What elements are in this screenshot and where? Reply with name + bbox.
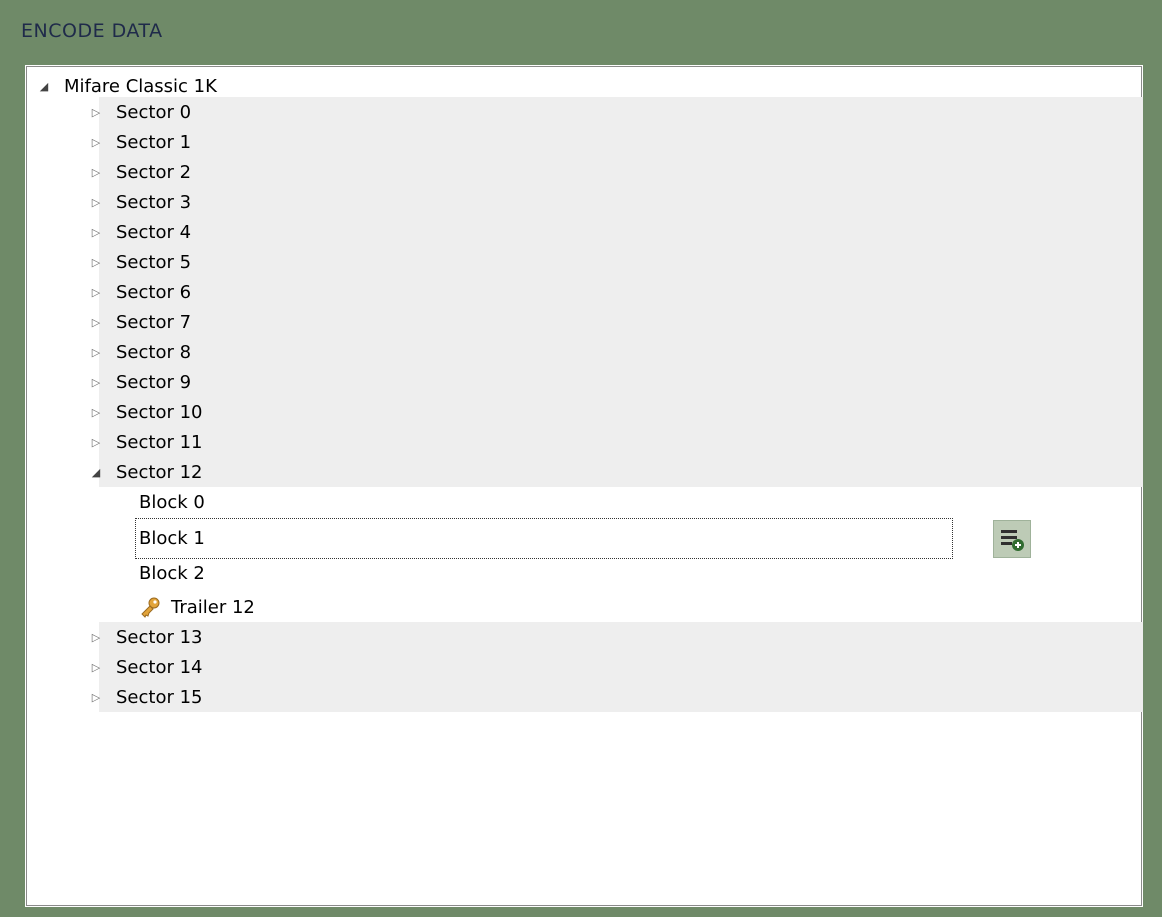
sector-label: Sector 13 — [116, 626, 203, 648]
sector-label: Sector 3 — [116, 191, 192, 213]
sector-label: Sector 12 — [116, 461, 203, 483]
block-2[interactable]: Block 2 — [139, 563, 205, 584]
tree-sector[interactable]: ▷ Sector 14 — [92, 652, 1143, 682]
tree-sector[interactable]: ▷ Sector 1 — [92, 127, 1143, 157]
sector-label: Sector 11 — [116, 431, 203, 453]
tree-sector[interactable]: ▷ Sector 7 — [92, 307, 1143, 337]
collapsed-triangle-icon[interactable]: ▷ — [89, 690, 103, 704]
tree-root-label: Mifare Classic 1K — [64, 75, 217, 97]
tree-sector[interactable]: ▷ Sector 8 — [92, 337, 1143, 367]
expanded-triangle-icon[interactable]: ◢ — [89, 465, 103, 479]
sector-label: Sector 5 — [116, 251, 192, 273]
sector-label: Sector 2 — [116, 161, 192, 183]
panel-header: ENCODE DATA — [0, 0, 1162, 60]
trailer-12[interactable]: Trailer 12 — [139, 592, 255, 622]
tree-sector[interactable]: ▷ Sector 10 — [92, 397, 1143, 427]
tree-sector[interactable]: ▷ Sector 0 — [92, 97, 1143, 127]
tree-sector[interactable]: ▷ Sector 2 — [92, 157, 1143, 187]
tree-sector-12[interactable]: ◢ Sector 12 — [92, 457, 1143, 487]
collapsed-triangle-icon[interactable]: ▷ — [89, 225, 103, 239]
collapsed-triangle-icon[interactable]: ▷ — [89, 165, 103, 179]
expanded-triangle-icon[interactable]: ◢ — [37, 79, 51, 93]
add-list-icon — [1001, 530, 1024, 551]
key-icon — [141, 597, 160, 618]
sector-label: Sector 0 — [116, 101, 192, 123]
tree-sector[interactable]: ▷ Sector 9 — [92, 367, 1143, 397]
collapsed-triangle-icon[interactable]: ▷ — [89, 195, 103, 209]
collapsed-triangle-icon[interactable]: ▷ — [89, 630, 103, 644]
block-0[interactable]: Block 0 — [139, 492, 205, 513]
collapsed-triangle-icon[interactable]: ▷ — [89, 285, 103, 299]
tree-sector[interactable]: ▷ Sector 11 — [92, 427, 1143, 457]
sector-label: Sector 8 — [116, 341, 192, 363]
collapsed-triangle-icon[interactable]: ▷ — [89, 315, 103, 329]
sector-label: Sector 14 — [116, 656, 203, 678]
sector-label: Sector 6 — [116, 281, 192, 303]
collapsed-triangle-icon[interactable]: ▷ — [89, 405, 103, 419]
block-1-label: Block 1 — [139, 528, 205, 549]
tree-sector[interactable]: ▷ Sector 4 — [92, 217, 1143, 247]
trailer-label: Trailer 12 — [171, 596, 255, 618]
collapsed-triangle-icon[interactable]: ▷ — [89, 435, 103, 449]
sector-label: Sector 10 — [116, 401, 203, 423]
tree-sector[interactable]: ▷ Sector 6 — [92, 277, 1143, 307]
sector-label: Sector 7 — [116, 311, 192, 333]
sector-label: Sector 15 — [116, 686, 203, 708]
collapsed-triangle-icon[interactable]: ▷ — [89, 105, 103, 119]
add-list-button[interactable] — [993, 520, 1031, 558]
collapsed-triangle-icon[interactable]: ▷ — [89, 345, 103, 359]
collapsed-triangle-icon[interactable]: ▷ — [89, 255, 103, 269]
sector-label: Sector 9 — [116, 371, 192, 393]
tree-sector[interactable]: ▷ Sector 13 — [92, 622, 1143, 652]
sector-label: Sector 4 — [116, 221, 192, 243]
tree-view[interactable]: ◢ Mifare Classic 1K ◢ Sector 12 Block 0 … — [25, 65, 1143, 907]
collapsed-triangle-icon[interactable]: ▷ — [89, 660, 103, 674]
collapsed-triangle-icon[interactable]: ▷ — [89, 135, 103, 149]
sector-label: Sector 1 — [116, 131, 192, 153]
collapsed-triangle-icon[interactable]: ▷ — [89, 375, 103, 389]
block-1-selected[interactable]: Block 1 — [135, 518, 953, 559]
tree-sector[interactable]: ▷ Sector 3 — [92, 187, 1143, 217]
tree-sector[interactable]: ▷ Sector 15 — [92, 682, 1143, 712]
tree-sector[interactable]: ▷ Sector 5 — [92, 247, 1143, 277]
panel-title: ENCODE DATA — [21, 20, 163, 42]
